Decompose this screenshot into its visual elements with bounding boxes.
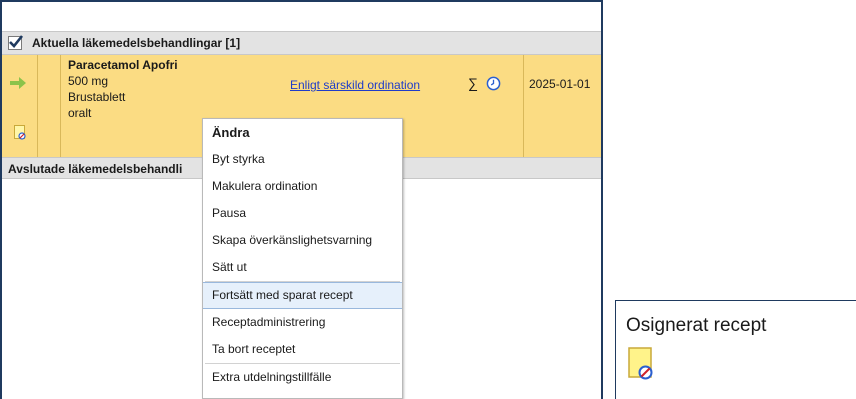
section-checkbox[interactable] (8, 35, 24, 50)
menu-item-receptadministrering[interactable]: Receptadministrering (203, 309, 402, 336)
section-label-current: Aktuella läkemedelsbehandlingar [1] (32, 36, 241, 50)
row-icon-column (2, 55, 38, 159)
menu-item-makulera-ordination[interactable]: Makulera ordination (203, 173, 402, 200)
start-date: 2025-01-01 (529, 77, 591, 91)
unsigned-prescription-icon[interactable] (14, 125, 26, 140)
context-menu: Ändra Byt styrka Makulera ordination Pau… (202, 118, 403, 399)
column-divider (523, 55, 524, 159)
menu-item-extra-utdelningstillfalle[interactable]: Extra utdelningstillfälle (203, 364, 402, 391)
menu-item-skapa-overkanslighetsvarning[interactable]: Skapa överkänslighetsvarning (203, 227, 402, 254)
section-header-current[interactable]: Aktuella läkemedelsbehandlingar [1] (2, 31, 601, 55)
menu-item-byt-styrka[interactable]: Byt styrka (203, 146, 402, 173)
checkmark-icon (9, 35, 24, 48)
medication-strength: 500 mg (68, 74, 109, 88)
menu-item-ta-bort-receptet[interactable]: Ta bort receptet (203, 336, 402, 363)
clock-icon[interactable] (486, 76, 501, 91)
menu-item-pausa[interactable]: Pausa (203, 200, 402, 227)
row-gap-column (38, 55, 61, 159)
menu-item-satt-ut[interactable]: Sätt ut (203, 254, 402, 281)
top-band (2, 2, 601, 31)
sigma-icon: ∑ (468, 75, 478, 91)
arrow-right-icon (10, 77, 26, 89)
medication-route: oralt (68, 106, 92, 120)
unsigned-prescription-icon (628, 347, 653, 380)
medication-form: Brustablett (68, 90, 126, 104)
legend-label: Osignerat recept (626, 315, 767, 336)
ordination-link[interactable]: Enligt särskild ordination (290, 78, 420, 92)
medication-details: Paracetamol Apofri 500 mg Brustablett or… (68, 57, 178, 121)
section-label-ended: Avslutade läkemedelsbehandli (8, 162, 183, 176)
legend-box: Osignerat recept (615, 300, 856, 399)
menu-item-fortsatt-med-sparat-recept[interactable]: Fortsätt med sparat recept (203, 282, 402, 309)
context-menu-title: Ändra (212, 125, 250, 140)
medication-name: Paracetamol Apofri (68, 58, 178, 72)
